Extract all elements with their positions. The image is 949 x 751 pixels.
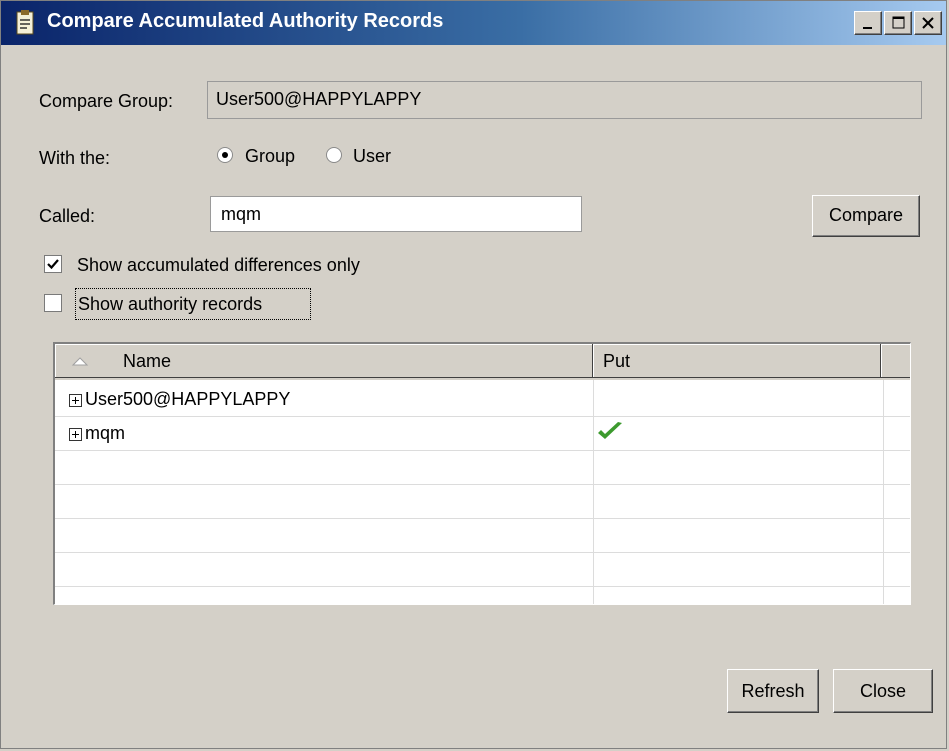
- sort-ascending-icon: [71, 357, 89, 366]
- group-radio-label[interactable]: Group: [245, 146, 295, 167]
- table-row: [55, 520, 910, 553]
- user-radio-label[interactable]: User: [353, 146, 391, 167]
- table-row: [55, 486, 910, 519]
- minimize-icon: [863, 27, 872, 29]
- dialog-window: Compare Accumulated Authority Records Co…: [0, 0, 947, 749]
- show-authority-records-label[interactable]: Show authority records: [78, 294, 262, 315]
- window-title: Compare Accumulated Authority Records: [47, 10, 444, 32]
- column-header-put-text: Put: [603, 351, 631, 371]
- called-input[interactable]: mqm: [210, 196, 582, 232]
- with-the-label: With the:: [39, 148, 111, 168]
- column-header-name-text: Name: [123, 351, 172, 371]
- checkmark-icon: [47, 259, 59, 270]
- table-row: [55, 554, 910, 587]
- column-header-filler: [881, 344, 910, 378]
- close-button[interactable]: [914, 11, 942, 35]
- minimize-button[interactable]: [854, 11, 882, 35]
- authority-records-icon: [13, 10, 37, 36]
- show-authority-records-checkbox[interactable]: [44, 294, 62, 312]
- table-row[interactable]: mqm: [55, 418, 910, 451]
- user-radio[interactable]: [326, 147, 342, 163]
- table-row[interactable]: User500@HAPPYLAPPY: [55, 384, 910, 417]
- maximize-button[interactable]: [884, 11, 912, 35]
- table-row: [55, 452, 910, 485]
- table-header: Name Put: [55, 344, 910, 380]
- expand-plus-icon[interactable]: [69, 428, 82, 441]
- column-header-name[interactable]: Name: [55, 344, 593, 378]
- expand-plus-icon[interactable]: [69, 394, 82, 407]
- show-differences-checkbox[interactable]: [44, 255, 62, 273]
- compare-group-label: Compare Group:: [39, 91, 174, 111]
- called-label: Called:: [39, 206, 96, 226]
- row-name: User500@HAPPYLAPPY: [85, 389, 291, 409]
- refresh-button[interactable]: Refresh: [727, 669, 819, 713]
- authority-table: Name Put User500@HAPPYLAPPY mqm: [53, 342, 911, 605]
- title-bar[interactable]: Compare Accumulated Authority Records: [1, 1, 946, 45]
- table-row: [55, 588, 910, 604]
- maximize-icon: [892, 16, 905, 29]
- close-dialog-button[interactable]: Close: [833, 669, 933, 713]
- check-icon: [598, 422, 622, 439]
- group-radio[interactable]: [217, 147, 233, 163]
- compare-group-field: User500@HAPPYLAPPY: [207, 81, 922, 119]
- show-differences-label[interactable]: Show accumulated differences only: [77, 255, 360, 276]
- row-name: mqm: [85, 423, 125, 443]
- close-icon: [922, 17, 934, 29]
- column-header-put[interactable]: Put: [593, 344, 881, 378]
- compare-button[interactable]: Compare: [812, 195, 920, 237]
